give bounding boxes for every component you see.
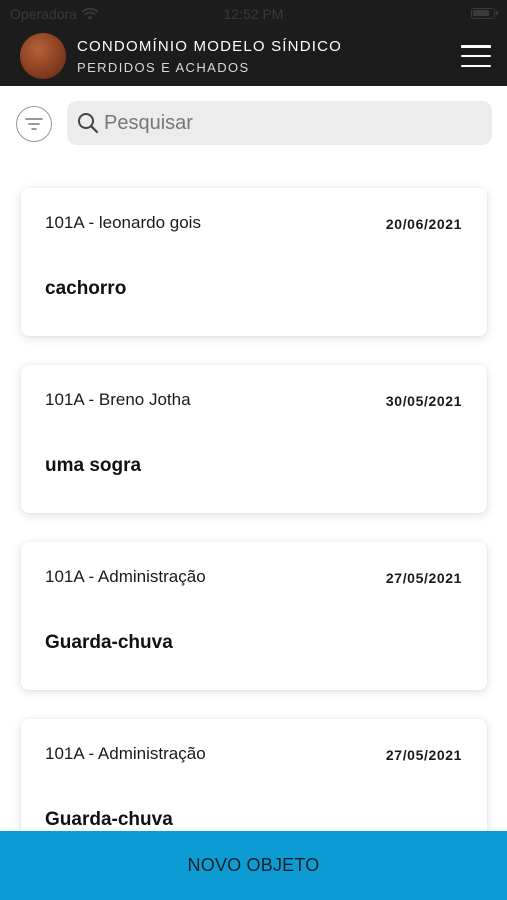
item-date: 27/05/2021	[385, 747, 462, 763]
item-object: cachorro	[45, 278, 127, 299]
lost-item-card[interactable]: 101A - leonardo gois 20/06/2021 cachorro	[21, 188, 487, 336]
app-header: Operadora 12:52 PM CONDOMÍNIO MODELO SÍN…	[0, 0, 507, 86]
battery-icon	[471, 8, 498, 19]
search-icon	[78, 113, 99, 134]
item-date: 20/06/2021	[385, 216, 462, 232]
header-title: CONDOMÍNIO MODELO SÍNDICO	[77, 38, 343, 55]
hamburger-menu-icon[interactable]	[461, 45, 491, 67]
status-bar: Operadora 12:52 PM	[0, 0, 507, 28]
item-owner: 101A - Breno Jotha	[45, 390, 191, 409]
new-object-button[interactable]: NOVO OBJETO	[0, 831, 507, 900]
item-object: Guarda-chuva	[45, 809, 173, 830]
filter-icon	[25, 118, 43, 130]
menu-line	[461, 64, 491, 67]
app-screen: Operadora 12:52 PM CONDOMÍNIO MODELO SÍN…	[0, 0, 507, 900]
search-box[interactable]	[67, 101, 492, 145]
condominium-avatar[interactable]	[20, 33, 66, 79]
item-object: uma sogra	[45, 455, 142, 476]
item-owner: 101A - Administração	[45, 744, 206, 763]
item-owner: 101A - leonardo gois	[45, 213, 201, 232]
menu-line	[461, 45, 491, 48]
header-subtitle: PERDIDOS E ACHADOS	[77, 60, 250, 75]
status-time: 12:52 PM	[223, 6, 284, 22]
item-date: 27/05/2021	[385, 570, 462, 586]
item-date: 30/05/2021	[385, 393, 462, 409]
filter-button[interactable]	[16, 106, 52, 142]
lost-item-card[interactable]: 101A - Breno Jotha 30/05/2021 uma sogra	[21, 365, 487, 513]
menu-line	[461, 54, 491, 58]
lost-item-card[interactable]: 101A - Administração 27/05/2021 Guarda-c…	[21, 542, 487, 690]
item-object: Guarda-chuva	[45, 632, 173, 653]
item-owner: 101A - Administração	[45, 567, 206, 586]
search-input[interactable]	[104, 101, 484, 145]
